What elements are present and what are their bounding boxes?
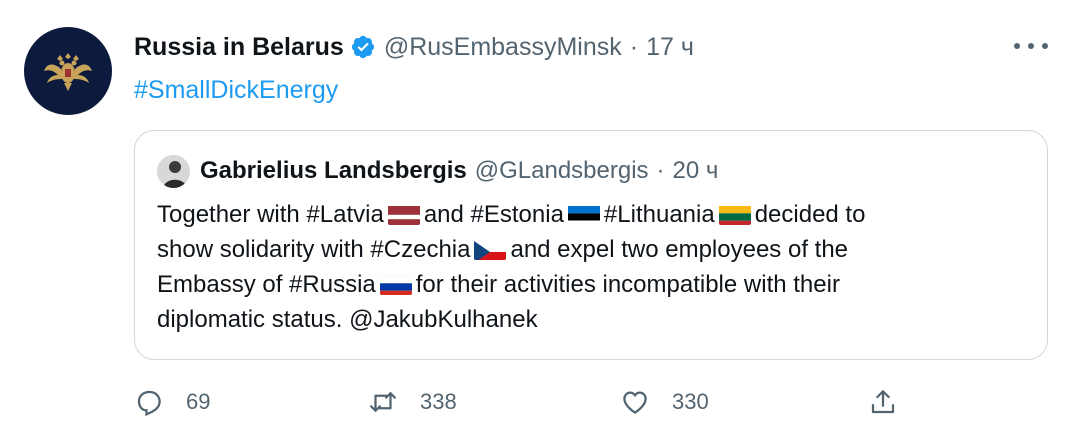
more-options-icon[interactable] xyxy=(1014,36,1048,56)
more-dot xyxy=(1042,43,1048,49)
quote-text-fragment: and expel two employees of the xyxy=(510,236,849,263)
person-photo-icon xyxy=(157,154,190,188)
quote-line: Embassy of #Russia for their activities i… xyxy=(157,267,1037,302)
quote-text-fragment: Together with #Latvia xyxy=(157,201,384,228)
heart-icon xyxy=(623,391,647,414)
like-button[interactable]: 330 xyxy=(620,384,709,420)
russia-flag-icon xyxy=(379,273,412,295)
quote-timestamp: 20 ч xyxy=(672,157,719,184)
quote-author-handle: @GLandsbergis xyxy=(474,157,649,184)
quote-text-fragment: for their activities incompatible with t… xyxy=(415,271,840,298)
quote-text-fragment: show solidarity with #Czechia xyxy=(157,236,471,263)
retweet-count: 338 xyxy=(420,389,457,414)
quote-line: Together with #Latvia and #Estonia #Lithua… xyxy=(157,197,1037,232)
header-separator: · xyxy=(629,32,639,61)
author-handle[interactable]: @RusEmbassyMinsk xyxy=(384,33,622,62)
tweet-text-hashtag[interactable]: #SmallDickEnergy xyxy=(134,76,338,105)
reply-button[interactable]: 69 xyxy=(134,384,210,420)
author-name[interactable]: Russia in Belarus xyxy=(134,33,344,62)
author-avatar[interactable] xyxy=(24,27,112,115)
reply-count: 69 xyxy=(186,389,211,414)
quote-line: diplomatic status. @JakubKulhanek xyxy=(157,302,1037,337)
lithuania-flag-icon xyxy=(718,203,751,225)
quote-author-avatar[interactable] xyxy=(157,154,190,188)
quoted-tweet[interactable]: Gabrielius Landsbergis @GLandsbergis · 2… xyxy=(134,130,1048,360)
retweet-button[interactable]: 338 xyxy=(368,384,457,420)
czechia-flag-icon xyxy=(474,238,507,260)
quote-text-fragment: decided to xyxy=(754,201,866,228)
more-dot xyxy=(1014,43,1020,49)
russian-coat-of-arms-icon xyxy=(44,53,92,91)
quote-line: show solidarity with #Czechia and expel t… xyxy=(157,232,1037,267)
reply-icon xyxy=(137,390,161,417)
latvia-flag-icon xyxy=(387,203,420,225)
quote-separator: · xyxy=(656,157,665,184)
more-dot xyxy=(1028,43,1034,49)
tweet[interactable]: Russia in Belarus @RusEmbassyMinsk · 17 … xyxy=(0,0,1070,436)
retweet-icon xyxy=(370,392,396,412)
estonia-flag-icon xyxy=(567,203,600,225)
tweet-header: Russia in Belarus @RusEmbassyMinsk · 17 … xyxy=(134,30,694,64)
like-count: 330 xyxy=(672,389,709,414)
quote-author-name: Gabrielius Landsbergis xyxy=(200,157,467,184)
share-button[interactable] xyxy=(868,384,898,420)
quote-text-fragment: Embassy of #Russia xyxy=(157,271,376,298)
quote-text-fragment: #Lithuania xyxy=(603,201,715,228)
quote-header: Gabrielius Landsbergis @GLandsbergis · 2… xyxy=(157,153,718,189)
share-icon xyxy=(871,390,895,414)
tweet-actions: 69 338 330 xyxy=(134,384,914,420)
quote-text: Together with #Latvia and #Estonia #Lithua… xyxy=(157,197,1037,337)
tweet-timestamp[interactable]: 17 ч xyxy=(646,33,694,62)
quote-text-fragment: diplomatic status. @JakubKulhanek xyxy=(157,306,538,333)
verified-badge-icon xyxy=(351,35,374,59)
quote-text-fragment: and #Estonia xyxy=(423,201,564,228)
